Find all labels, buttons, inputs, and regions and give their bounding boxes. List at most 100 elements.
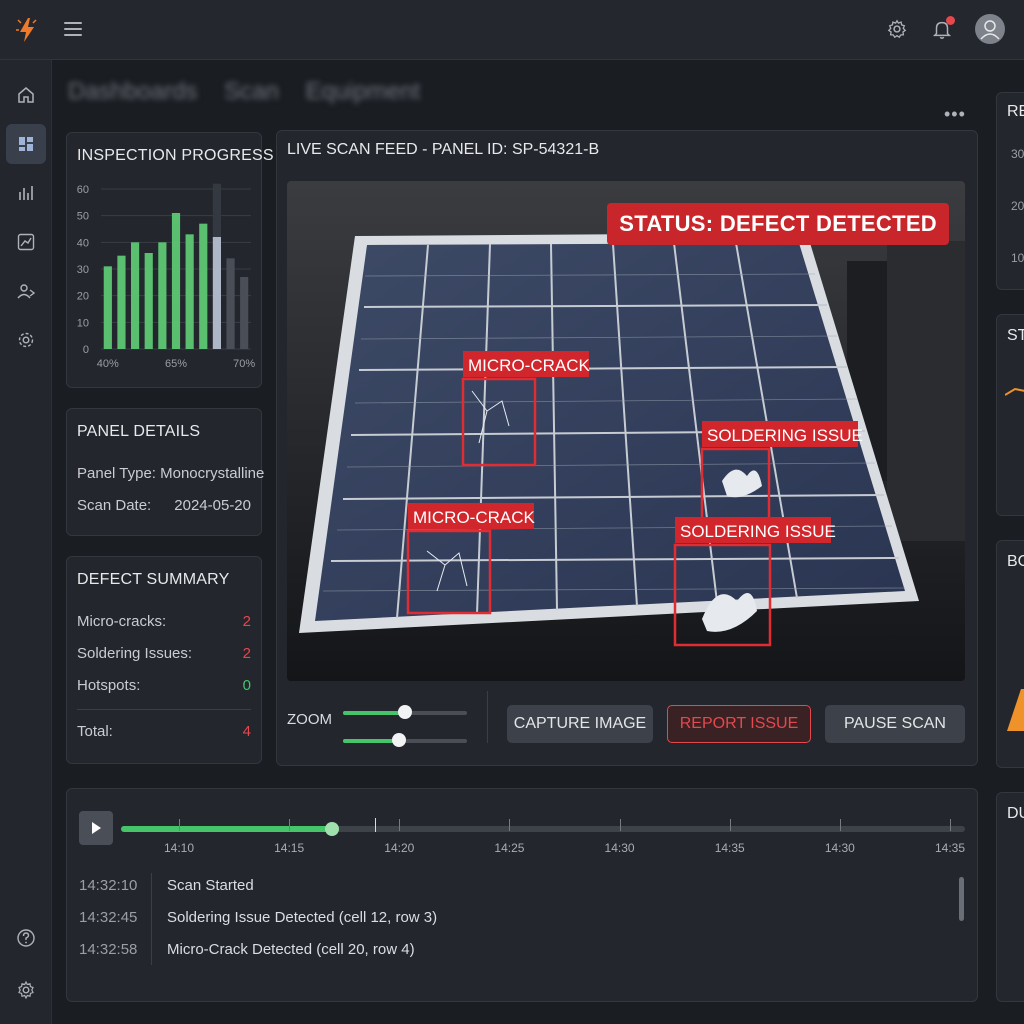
breadcrumb-item[interactable]: Dashboards xyxy=(68,78,197,105)
right-card-3: BO xyxy=(996,540,1024,768)
pause-scan-button[interactable]: PAUSE SCAN xyxy=(825,705,965,743)
hotspots-count: 0 xyxy=(242,677,251,694)
axis-tick: 20 xyxy=(1011,199,1024,213)
timeline-tick xyxy=(289,819,291,831)
micro-cracks-count: 2 xyxy=(242,613,251,630)
timeline-tick-label: 14:35 xyxy=(714,841,745,855)
zoom-label: ZOOM xyxy=(287,711,332,728)
axis-tick: 10 xyxy=(1011,251,1024,265)
hotspots-label: Hotspots: xyxy=(77,677,141,694)
log-entry[interactable]: Scan Started xyxy=(167,877,254,894)
timeline-tick xyxy=(619,819,621,831)
defect-summary-card: DEFECT SUMMARY Micro-cracks: 2 Soldering… xyxy=(66,556,262,764)
timeline-tick-label: 14:30 xyxy=(604,841,635,855)
timeline-tick-label: 14:35 xyxy=(934,841,966,855)
status-badge: STATUS: DEFECT DETECTED xyxy=(607,203,949,245)
zoom-slider-fill xyxy=(343,739,399,743)
progress-bar[interactable] xyxy=(144,253,153,349)
x-tick-label: 65% xyxy=(165,358,187,370)
y-tick-label: 0 xyxy=(83,344,89,356)
zoom-slider-secondary[interactable] xyxy=(343,733,467,747)
settings-icon[interactable] xyxy=(6,320,46,360)
panel-type-label: Panel Type: Monocrystalline xyxy=(77,465,265,482)
solar-panel-image: MICRO-CRACK MICRO-CRACK SOLDERING ISSUE … xyxy=(287,181,965,681)
annotation-label: SOLDERING ISSUE xyxy=(707,426,863,445)
timeline-scrubber[interactable] xyxy=(121,822,965,836)
timeline-progress xyxy=(121,826,332,832)
progress-bar[interactable] xyxy=(103,266,112,349)
camera-feed[interactable]: MICRO-CRACK MICRO-CRACK SOLDERING ISSUE … xyxy=(287,181,965,681)
play-button[interactable] xyxy=(79,811,113,845)
zoom-slider-thumb[interactable] xyxy=(398,705,412,719)
divider xyxy=(77,709,251,710)
gear-icon[interactable] xyxy=(886,18,908,40)
top-bar xyxy=(0,0,1024,60)
log-time: 14:32:10 xyxy=(79,877,138,894)
total-count: 4 xyxy=(242,723,251,740)
lightning-logo-icon[interactable] xyxy=(14,16,40,44)
trend-line xyxy=(1005,387,1024,396)
y-tick-label: 40 xyxy=(77,237,89,249)
timeline-tick-label: 14:25 xyxy=(494,841,525,855)
card-title: DU xyxy=(1007,805,1024,822)
live-scan-feed-card: LIVE SCAN FEED - PANEL ID: SP-54321-B MI… xyxy=(276,130,978,766)
progress-bar[interactable] xyxy=(240,277,249,349)
panel-details-card: PANEL DETAILS Panel Type: Monocrystallin… xyxy=(66,408,265,536)
progress-bar[interactable] xyxy=(171,213,181,349)
timeline-tick xyxy=(399,819,401,831)
card-title: INSPECTION PROGRESS xyxy=(77,147,274,164)
timeline-tick xyxy=(950,819,951,831)
card-title: RE xyxy=(1007,103,1024,120)
play-icon xyxy=(92,822,101,834)
user-avatar-icon[interactable] xyxy=(975,14,1005,44)
progress-bar[interactable] xyxy=(117,255,126,349)
zoom-slider-thumb[interactable] xyxy=(391,733,406,747)
log-entry[interactable]: Micro-Crack Detected (cell 20, row 4) xyxy=(167,941,415,958)
x-tick-label: 70% xyxy=(233,358,255,370)
report-issue-button[interactable]: REPORT ISSUE xyxy=(667,705,811,743)
timeline-tick xyxy=(839,819,841,831)
gear-icon[interactable] xyxy=(6,970,46,1010)
progress-bar[interactable] xyxy=(131,242,140,349)
progress-bar[interactable] xyxy=(158,242,167,349)
zoom-slider-fill xyxy=(343,711,405,715)
capture-image-button[interactable]: CAPTURE IMAGE xyxy=(507,705,653,743)
y-tick-label: 10 xyxy=(77,317,89,329)
more-horizontal-icon[interactable]: ••• xyxy=(944,104,966,125)
users-icon[interactable] xyxy=(6,271,46,311)
timeline-card: 14:10 14:15 14:20 14:25 14:30 14:35 14:30 14:35… xyxy=(66,788,978,1002)
soldering-issues-count: 2 xyxy=(242,645,251,662)
breadcrumb-item[interactable]: Scan xyxy=(224,78,279,105)
zoom-slider[interactable] xyxy=(343,705,467,719)
card-title: ST xyxy=(1007,327,1024,344)
notification-badge xyxy=(946,16,955,25)
line-chart-icon[interactable] xyxy=(6,222,46,262)
progress-bar[interactable] xyxy=(212,237,221,349)
log-time: 14:32:58 xyxy=(79,941,138,958)
progress-bar[interactable] xyxy=(185,234,194,349)
timeline-handle[interactable] xyxy=(325,822,339,836)
card-title: DEFECT SUMMARY xyxy=(77,571,230,588)
bar-chart-icon[interactable] xyxy=(6,173,46,213)
timeline-tick xyxy=(729,819,731,831)
right-card-2: ST xyxy=(996,314,1024,516)
timeline-tick-label: 14:20 xyxy=(384,841,415,855)
log-scrollbar[interactable] xyxy=(959,877,964,921)
y-tick-label: 30 xyxy=(77,264,89,276)
help-icon[interactable] xyxy=(6,918,46,958)
dashboard-icon[interactable] xyxy=(6,124,46,164)
hamburger-menu-icon[interactable] xyxy=(64,22,82,36)
progress-bar[interactable] xyxy=(226,258,235,349)
micro-cracks-label: Micro-cracks: xyxy=(77,613,167,630)
y-tick-label: 60 xyxy=(77,184,89,196)
soldering-issues-label: Soldering Issues: xyxy=(77,645,193,662)
divider xyxy=(151,873,152,965)
progress-bar[interactable] xyxy=(199,223,208,349)
home-icon[interactable] xyxy=(6,75,46,115)
log-entry[interactable]: Soldering Issue Detected (cell 12, row 3… xyxy=(167,909,437,926)
card-title: PANEL DETAILS xyxy=(77,423,201,440)
breadcrumb-item[interactable]: Equipment xyxy=(305,78,420,105)
annotation-label: MICRO-CRACK xyxy=(468,356,590,375)
feed-title: LIVE SCAN FEED - PANEL ID: SP-54321-B xyxy=(287,141,600,158)
timeline-tick-label: 14:15 xyxy=(274,841,305,855)
